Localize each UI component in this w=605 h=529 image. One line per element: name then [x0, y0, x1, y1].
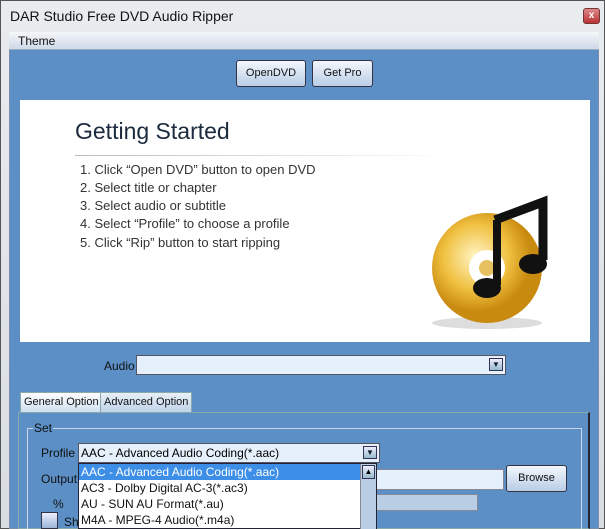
progress-bar	[370, 494, 478, 511]
tab-general-option[interactable]: General Option	[20, 392, 103, 412]
browse-button[interactable]: Browse	[506, 465, 567, 492]
chevron-down-icon: ▼	[489, 358, 503, 371]
menu-theme[interactable]: Theme	[18, 34, 55, 48]
step-4: 4. Select “Profile” to choose a profile	[80, 216, 290, 231]
dropdown-option[interactable]: M4A - MPEG-4 Audio(*.m4a)	[79, 512, 360, 528]
percent-label: %	[53, 497, 64, 511]
dropdown-option[interactable]: AC3 - Dolby Digital AC-3(*.ac3)	[79, 480, 360, 496]
audio-select[interactable]: ▼	[136, 355, 506, 375]
audio-label: Audio	[104, 359, 135, 373]
music-cd-icon	[432, 195, 548, 329]
open-dvd-button[interactable]: OpenDVD	[236, 60, 306, 87]
step-5: 5. Click “Rip” button to start ripping	[80, 235, 281, 250]
dropdown-option[interactable]: AU - SUN AU Format(*.au)	[79, 496, 360, 512]
profile-label: Profile	[41, 446, 76, 460]
step-2: 2. Select title or chapter	[80, 180, 217, 195]
checkbox-label: Sh	[64, 515, 79, 529]
close-button[interactable]: x	[583, 8, 600, 24]
profile-select[interactable]: AAC - Advanced Audio Coding(*.aac) ▼	[78, 443, 380, 463]
step-3: 3. Select audio or subtitle	[80, 198, 226, 213]
getting-started-title: Getting Started	[75, 118, 230, 144]
divider	[75, 155, 455, 156]
checkbox[interactable]	[41, 512, 58, 529]
profile-dropdown-list: AAC - Advanced Audio Coding(*.aac) AC3 -…	[78, 463, 377, 529]
menu-bar	[9, 32, 599, 50]
output-label: Output	[41, 472, 78, 486]
set-group-label: Set	[33, 421, 54, 435]
step-1: 1. Click “Open DVD” button to open DVD	[80, 162, 316, 177]
dropdown-scrollbar[interactable]: ▲	[360, 464, 376, 529]
output-input[interactable]	[370, 469, 504, 490]
dropdown-option[interactable]: AAC - Advanced Audio Coding(*.aac)	[79, 464, 360, 480]
profile-value: AAC - Advanced Audio Coding(*.aac)	[81, 446, 280, 460]
scroll-up-icon[interactable]: ▲	[362, 465, 375, 479]
tab-advanced-option[interactable]: Advanced Option	[100, 392, 193, 412]
get-pro-button[interactable]: Get Pro	[312, 60, 373, 87]
chevron-down-icon: ▼	[363, 446, 377, 459]
window-title: DAR Studio Free DVD Audio Ripper	[10, 8, 234, 24]
